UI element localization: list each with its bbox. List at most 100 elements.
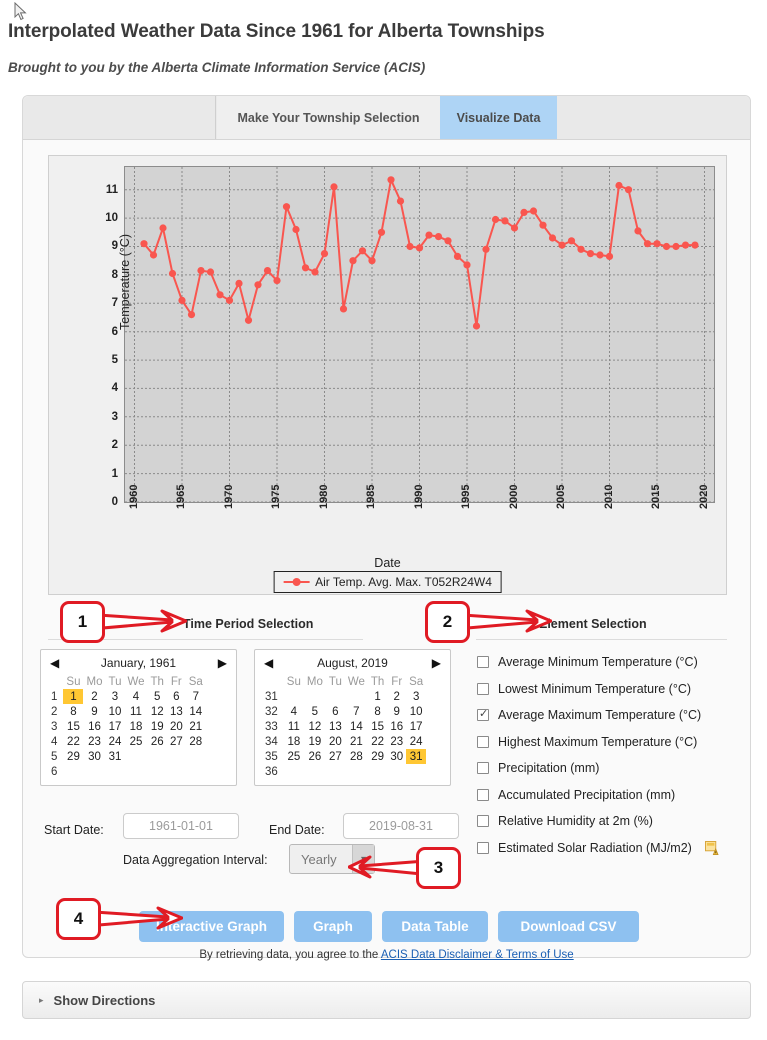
calendar-day-cell[interactable]: 16 xyxy=(83,719,105,734)
element-checkbox[interactable] xyxy=(477,841,489,854)
calendar-day-cell[interactable]: 28 xyxy=(345,749,368,764)
calendar-week-row: 31 1 2 3 xyxy=(262,689,426,704)
calendar-day-cell[interactable]: 31 xyxy=(406,749,427,764)
element-checkbox[interactable] xyxy=(477,707,489,722)
calendar-day-cell[interactable]: 31 xyxy=(105,749,124,764)
calendar-day-cell[interactable]: 9 xyxy=(83,704,105,719)
calendar-next-button[interactable]: ▶ xyxy=(218,657,227,669)
calendar-day-cell[interactable]: 20 xyxy=(167,719,186,734)
calendar-day-cell[interactable]: 11 xyxy=(284,719,304,734)
chart-y-tick: 9 xyxy=(111,240,118,253)
mouse-cursor xyxy=(14,2,27,21)
calendar-day-cell[interactable]: 8 xyxy=(63,704,83,719)
calendar-day-cell[interactable]: 25 xyxy=(284,749,304,764)
calendar-next-button[interactable]: ▶ xyxy=(432,657,441,669)
calendar-day-cell[interactable]: 14 xyxy=(345,719,368,734)
element-checkbox-row[interactable]: Precipitation (mm) xyxy=(477,755,737,782)
end-date-calendar[interactable]: ◀ August, 2019 ▶ Su Mo Tu We Th Fr Sa 31 1 2 3 32 4 5 6 7 8… xyxy=(254,649,451,786)
calendar-day-cell[interactable]: 10 xyxy=(406,704,426,719)
calendar-day-cell[interactable]: 13 xyxy=(167,704,186,719)
calendar-day-cell[interactable]: 18 xyxy=(284,734,304,749)
tab-bar: Make Your Township Selection Visualize D… xyxy=(23,96,750,140)
element-section-title: Element Selection xyxy=(539,617,647,631)
element-checkbox[interactable] xyxy=(477,762,489,775)
calendar-prev-button[interactable]: ◀ xyxy=(264,657,273,669)
calendar-day-cell[interactable]: 22 xyxy=(63,734,83,749)
calendar-day-cell[interactable]: 14 xyxy=(186,704,206,719)
calendar-day-cell[interactable]: 25 xyxy=(124,734,147,749)
calendar-day-cell[interactable]: 26 xyxy=(304,749,326,764)
calendar-day-cell[interactable]: 23 xyxy=(387,734,406,749)
calendar-day-cell[interactable]: 18 xyxy=(124,719,147,734)
element-checkbox-row[interactable]: Estimated Solar Radiation (MJ/m2) xyxy=(477,835,737,862)
calendar-day-cell[interactable]: 4 xyxy=(284,704,304,719)
calendar-day-cell[interactable]: 9 xyxy=(387,704,406,719)
calendar-day-cell[interactable]: 27 xyxy=(167,734,186,749)
calendar-day-cell[interactable]: 8 xyxy=(368,704,387,719)
graph-button[interactable]: Graph xyxy=(294,911,372,942)
calendar-day-cell[interactable]: 21 xyxy=(345,734,368,749)
calendar-day-cell[interactable]: 19 xyxy=(148,719,167,734)
calendar-day-cell[interactable]: 24 xyxy=(406,734,426,749)
element-checkbox-row[interactable]: Relative Humidity at 2m (%) xyxy=(477,808,737,835)
element-checkbox[interactable] xyxy=(477,682,489,695)
calendar-day-cell[interactable]: 6 xyxy=(167,689,186,704)
calendar-day-cell[interactable]: 2 xyxy=(83,689,105,704)
calendar-day-cell[interactable]: 1 xyxy=(368,689,387,704)
calendar-day-cell[interactable]: 15 xyxy=(368,719,387,734)
show-directions-accordion[interactable]: ▸ Show Directions xyxy=(22,981,751,1019)
element-checkbox[interactable] xyxy=(477,815,489,828)
element-checkbox[interactable] xyxy=(477,788,489,801)
calendar-day-cell[interactable]: 6 xyxy=(326,704,345,719)
tab-visualize-data[interactable]: Visualize Data xyxy=(440,96,557,139)
element-checkbox[interactable] xyxy=(477,735,489,748)
calendar-day-cell[interactable]: 15 xyxy=(63,719,83,734)
calendar-day-cell[interactable]: 3 xyxy=(105,689,124,704)
calendar-day-cell[interactable]: 1 xyxy=(63,689,84,704)
calendar-day-cell[interactable]: 12 xyxy=(148,704,167,719)
calendar-day-cell[interactable]: 17 xyxy=(105,719,124,734)
calendar-day-cell[interactable]: 7 xyxy=(345,704,368,719)
tab-bar-right-filler xyxy=(557,96,750,139)
element-checkbox-row[interactable]: Highest Maximum Temperature (°C) xyxy=(477,729,737,756)
calendar-day-cell[interactable]: 5 xyxy=(148,689,167,704)
calendar-day-cell[interactable]: 17 xyxy=(406,719,426,734)
chart-x-tick: 2010 xyxy=(602,484,615,509)
calendar-day-cell[interactable]: 26 xyxy=(148,734,167,749)
calendar-day-cell[interactable]: 5 xyxy=(304,704,326,719)
calendar-day-cell[interactable]: 30 xyxy=(83,749,105,764)
calendar-day-cell[interactable]: 28 xyxy=(186,734,206,749)
end-date-input[interactable]: 2019-08-31 xyxy=(343,813,459,839)
acis-disclaimer-link[interactable]: ACIS Data Disclaimer & Terms of Use xyxy=(381,949,574,961)
element-checkbox-row[interactable]: Accumulated Precipitation (mm) xyxy=(477,782,737,809)
element-checkbox-row[interactable]: Average Maximum Temperature (°C) xyxy=(477,702,737,729)
calendar-day-cell[interactable]: 7 xyxy=(186,689,206,704)
calendar-prev-button[interactable]: ◀ xyxy=(50,657,59,669)
download-csv-button[interactable]: Download CSV xyxy=(498,911,639,942)
calendar-day-cell[interactable]: 13 xyxy=(326,719,345,734)
start-date-calendar[interactable]: ◀ January, 1961 ▶ Su Mo Tu We Th Fr Sa 1 1 2 3 4 5 6 7 2 8 9… xyxy=(40,649,237,786)
calendar-day-cell[interactable]: 27 xyxy=(326,749,345,764)
calendar-day-cell[interactable]: 22 xyxy=(368,734,387,749)
calendar-day-cell[interactable]: 2 xyxy=(387,689,406,704)
element-checkbox-row[interactable]: Lowest Minimum Temperature (°C) xyxy=(477,676,737,703)
calendar-day-cell[interactable]: 11 xyxy=(124,704,147,719)
calendar-day-cell[interactable]: 20 xyxy=(326,734,345,749)
calendar-day-cell[interactable]: 3 xyxy=(406,689,426,704)
start-date-input[interactable]: 1961-01-01 xyxy=(123,813,239,839)
calendar-day-cell[interactable]: 29 xyxy=(63,749,83,764)
element-checkbox-row[interactable]: Average Minimum Temperature (°C) xyxy=(477,649,737,676)
calendar-day-cell[interactable]: 23 xyxy=(83,734,105,749)
data-table-button[interactable]: Data Table xyxy=(382,911,488,942)
tab-make-your-township-selection[interactable]: Make Your Township Selection xyxy=(217,96,440,139)
element-checkbox[interactable] xyxy=(477,656,489,669)
calendar-day-cell[interactable]: 30 xyxy=(387,749,406,764)
calendar-day-cell[interactable]: 10 xyxy=(105,704,124,719)
calendar-day-cell[interactable]: 4 xyxy=(124,689,147,704)
calendar-day-cell[interactable]: 19 xyxy=(304,734,326,749)
calendar-day-cell[interactable]: 12 xyxy=(304,719,326,734)
calendar-day-cell[interactable]: 21 xyxy=(186,719,206,734)
calendar-day-cell[interactable]: 16 xyxy=(387,719,406,734)
calendar-day-cell[interactable]: 29 xyxy=(368,749,387,764)
calendar-day-cell[interactable]: 24 xyxy=(105,734,124,749)
